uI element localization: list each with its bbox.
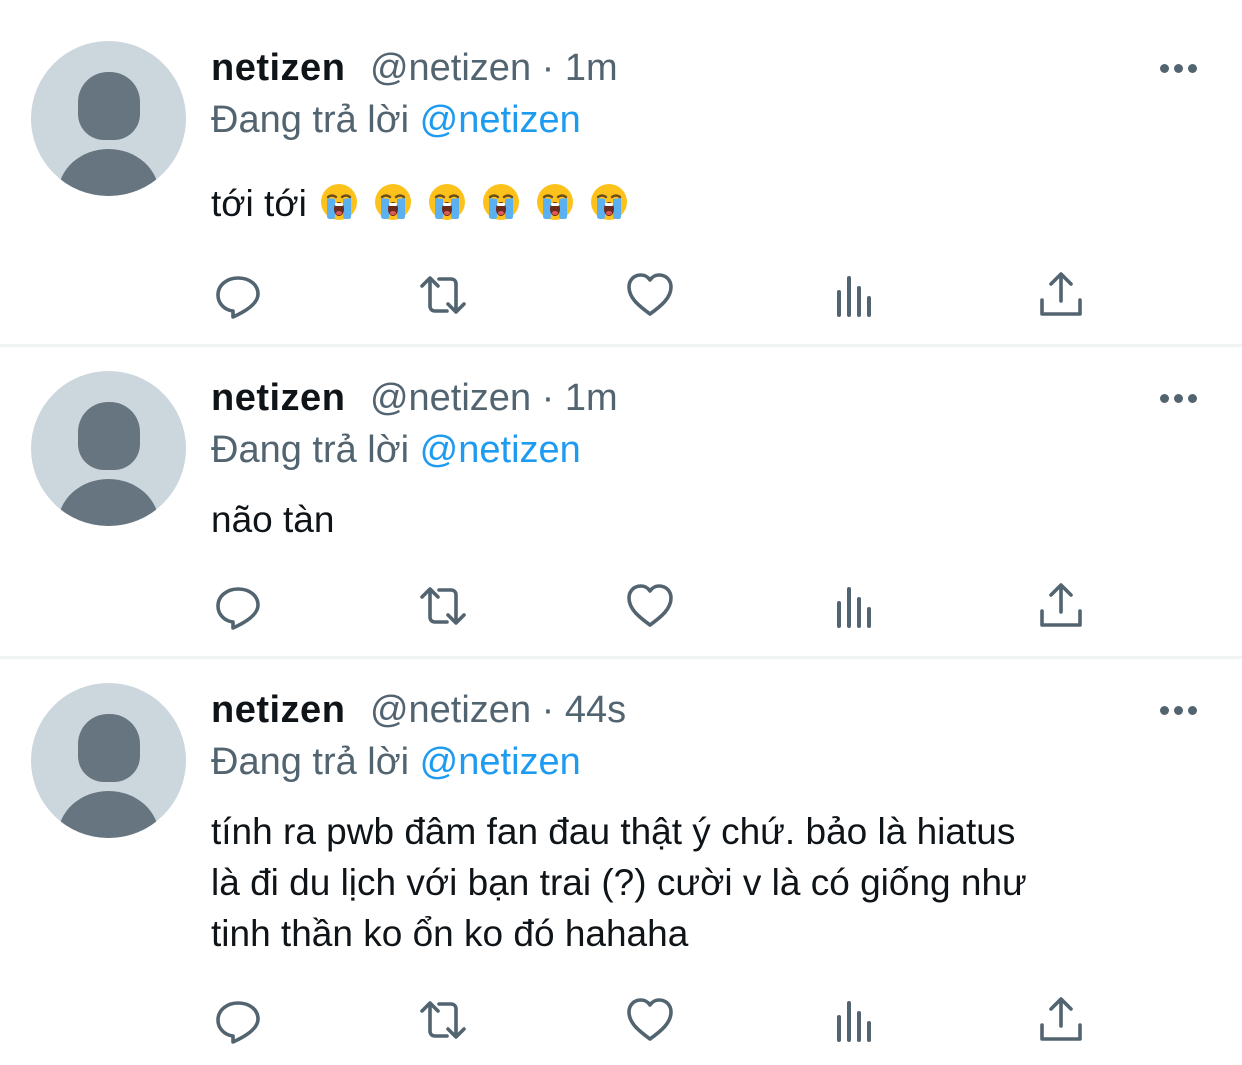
- separator-dot: ·: [541, 47, 555, 89]
- avatar[interactable]: [31, 41, 186, 196]
- like-button[interactable]: [623, 993, 677, 1047]
- heart-icon: [627, 273, 673, 316]
- reply-context: Đang trả lời @netizen: [211, 736, 581, 788]
- share-button[interactable]: [1034, 579, 1088, 633]
- loudly-crying-face-icon: [428, 184, 465, 220]
- more-options-icon[interactable]: [1158, 391, 1198, 405]
- tweet-header: netizen @netizen · 1m: [211, 372, 618, 424]
- reply-context: Đang trả lời @netizen: [211, 94, 581, 146]
- avatar-body-shape: [58, 791, 159, 838]
- retweet-icon: [420, 1001, 466, 1039]
- reply-mention-link[interactable]: @netizen: [420, 429, 581, 471]
- share-icon: [1040, 997, 1082, 1041]
- reply-button[interactable]: [211, 993, 265, 1047]
- share-icon: [1040, 583, 1082, 627]
- tweet-text: não tàn: [211, 494, 1201, 545]
- loudly-crying-face-icon: [482, 184, 519, 220]
- separator-dot: ·: [541, 377, 555, 419]
- analytics-icon: [837, 587, 871, 628]
- loudly-crying-face-icon: [590, 184, 627, 220]
- timestamp[interactable]: 1m: [565, 47, 618, 89]
- retweet-button[interactable]: [416, 579, 470, 633]
- share-icon: [1040, 272, 1082, 316]
- heart-icon: [627, 998, 673, 1041]
- tweet-3[interactable]: netizen @netizen · 44s Đang trả lời @net…: [0, 659, 1242, 1065]
- like-button[interactable]: [623, 579, 677, 633]
- separator-dot: ·: [541, 689, 555, 731]
- tweet-text: tới tới: [211, 178, 1201, 229]
- loudly-crying-face-icon: [320, 184, 357, 220]
- views-button[interactable]: [829, 268, 883, 322]
- reply-prefix: Đang trả lời: [211, 429, 410, 471]
- share-button[interactable]: [1034, 993, 1088, 1047]
- user-handle[interactable]: @netizen: [370, 47, 531, 89]
- timestamp[interactable]: 44s: [565, 689, 626, 731]
- retweet-icon: [420, 276, 466, 314]
- tweet-actions: [211, 268, 1091, 322]
- reply-icon: [216, 1001, 260, 1044]
- avatar-head-shape: [78, 714, 140, 782]
- share-button[interactable]: [1034, 268, 1088, 322]
- tweet-text-line: tính ra pwb đâm fan đau thật ý chứ. bảo …: [211, 811, 1016, 852]
- loudly-crying-face-icon: [536, 184, 573, 220]
- more-options-icon[interactable]: [1158, 703, 1198, 717]
- user-handle[interactable]: @netizen: [370, 689, 531, 731]
- reply-mention-link[interactable]: @netizen: [420, 741, 581, 783]
- like-button[interactable]: [623, 268, 677, 322]
- reply-prefix: Đang trả lời: [211, 741, 410, 783]
- display-name[interactable]: netizen: [211, 377, 345, 419]
- reply-context: Đang trả lời @netizen: [211, 424, 581, 476]
- retweet-button[interactable]: [416, 993, 470, 1047]
- reply-button[interactable]: [211, 579, 265, 633]
- tweet-text-line: là đi du lịch với bạn trai (?) cười v là…: [211, 862, 1027, 903]
- avatar-head-shape: [78, 72, 140, 140]
- avatar-body-shape: [58, 149, 159, 196]
- avatar[interactable]: [31, 371, 186, 526]
- analytics-icon: [837, 276, 871, 317]
- analytics-icon: [837, 1001, 871, 1042]
- display-name[interactable]: netizen: [211, 689, 345, 731]
- more-options-icon[interactable]: [1158, 61, 1198, 75]
- retweet-icon: [420, 587, 466, 625]
- retweet-button[interactable]: [416, 268, 470, 322]
- avatar-body-shape: [58, 479, 159, 526]
- user-handle[interactable]: @netizen: [370, 377, 531, 419]
- reply-prefix: Đang trả lời: [211, 99, 410, 141]
- tweet-text: tính ra pwb đâm fan đau thật ý chứ. bảo …: [211, 806, 1201, 959]
- tweet-text-body: tới tới: [211, 183, 307, 224]
- views-button[interactable]: [829, 579, 883, 633]
- tweet-text-body: não tàn: [211, 499, 335, 540]
- tweet-2[interactable]: netizen @netizen · 1m Đang trả lời @neti…: [0, 347, 1242, 656]
- heart-icon: [627, 584, 673, 627]
- display-name[interactable]: netizen: [211, 47, 345, 89]
- avatar[interactable]: [31, 683, 186, 838]
- reply-icon: [216, 276, 260, 319]
- tweet-actions: [211, 579, 1091, 633]
- reply-button[interactable]: [211, 268, 265, 322]
- tweet-actions: [211, 993, 1091, 1047]
- tweet-1[interactable]: netizen @netizen · 1m Đang trả lời @neti…: [0, 0, 1242, 344]
- loudly-crying-face-icon: [374, 184, 411, 220]
- reply-icon: [216, 587, 260, 630]
- avatar-head-shape: [78, 402, 140, 470]
- tweet-header: netizen @netizen · 1m: [211, 42, 618, 94]
- reply-mention-link[interactable]: @netizen: [420, 99, 581, 141]
- timestamp[interactable]: 1m: [565, 377, 618, 419]
- tweet-text-line: tinh thần ko ổn ko đó hahaha: [211, 913, 689, 954]
- emoji-row: [305, 183, 629, 224]
- views-button[interactable]: [829, 993, 883, 1047]
- tweet-header: netizen @netizen · 44s: [211, 684, 626, 736]
